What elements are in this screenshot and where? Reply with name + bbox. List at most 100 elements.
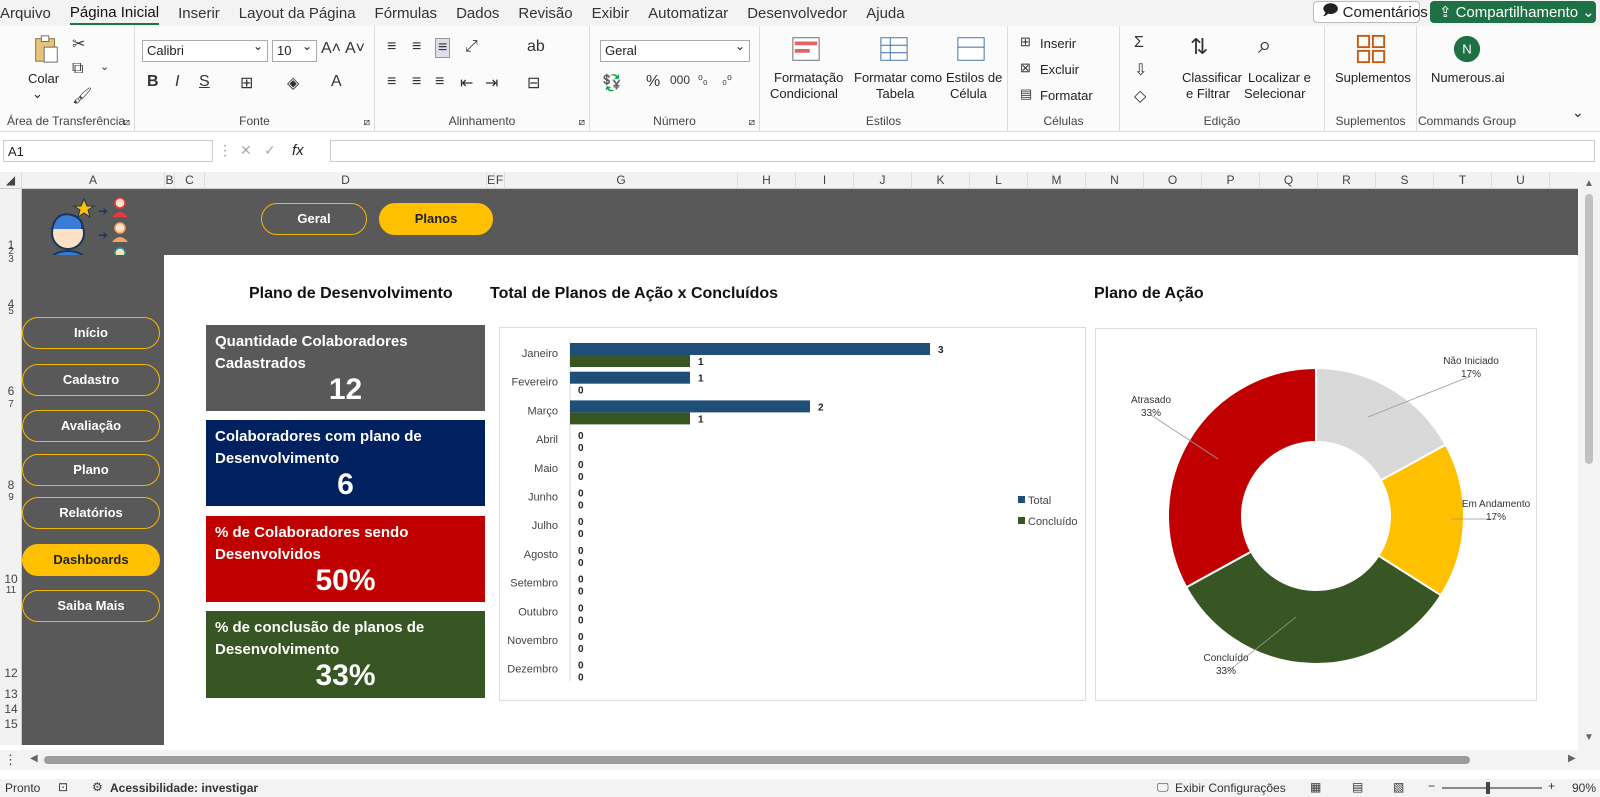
scroll-right-icon[interactable]: ▶ bbox=[1568, 753, 1576, 764]
row-header[interactable]: 6 bbox=[0, 384, 22, 398]
normal-view-icon[interactable]: ▦ bbox=[1310, 780, 1321, 794]
row-header[interactable]: 5 bbox=[0, 306, 22, 317]
bar-chart-panel[interactable]: Janeiro 3 1 Fevereiro 1 0 Março 2 1 Abril 0 0 Maio 0 0… bbox=[499, 327, 1086, 701]
dialog-launcher-icon[interactable]: ⧄ bbox=[579, 117, 585, 128]
select-all-corner[interactable]: ◢ bbox=[0, 172, 22, 189]
row-header[interactable]: 15 bbox=[0, 717, 22, 731]
row-header[interactable]: 9 bbox=[0, 492, 22, 503]
row-header[interactable]: 13 bbox=[0, 687, 22, 701]
column-header[interactable]: H bbox=[738, 172, 796, 189]
row-header[interactable]: 10 bbox=[0, 572, 22, 586]
font-size-select[interactable]: 10 bbox=[272, 39, 317, 62]
menu-layout[interactable]: Layout da Página bbox=[239, 3, 356, 24]
number-format-select[interactable]: Geral bbox=[600, 39, 750, 62]
insert-cells-icon[interactable]: ⊞ bbox=[1020, 34, 1031, 50]
copy-icon[interactable]: ⧉ bbox=[72, 60, 83, 78]
collapse-ribbon-icon[interactable]: ⌄ bbox=[1572, 104, 1584, 121]
chevron-down-icon[interactable]: ⌄ bbox=[100, 60, 109, 73]
align-right-icon[interactable]: ≡ bbox=[435, 73, 444, 91]
dialog-launcher-icon[interactable]: ⧄ bbox=[364, 117, 370, 128]
row-header[interactable]: 12 bbox=[0, 666, 22, 680]
numerous-label[interactable]: Numerous.ai bbox=[1431, 70, 1505, 85]
currency-icon[interactable]: 💱 bbox=[602, 73, 622, 93]
conditional-format-label2[interactable]: Condicional bbox=[770, 86, 838, 101]
format-table-label[interactable]: Formatar como bbox=[854, 70, 942, 85]
more-sheets-icon[interactable]: ⋮ bbox=[4, 752, 17, 768]
sort-filter-label[interactable]: Classificar bbox=[1182, 70, 1242, 85]
macro-record-icon[interactable]: ⊡ bbox=[58, 780, 68, 794]
comments-button[interactable]: 🗩 Comentários bbox=[1313, 1, 1428, 23]
column-header[interactable]: F bbox=[495, 172, 505, 189]
menu-arquivo[interactable]: Arquivo bbox=[0, 3, 51, 24]
column-header[interactable]: L bbox=[970, 172, 1028, 189]
align-center-icon[interactable]: ≡ bbox=[412, 73, 421, 91]
nav-cadastro[interactable]: Cadastro bbox=[22, 364, 160, 396]
accessibility-status[interactable]: Acessibilidade: investigar bbox=[110, 781, 258, 795]
format-table-icon[interactable] bbox=[878, 34, 910, 64]
column-header[interactable]: S bbox=[1376, 172, 1434, 189]
zoom-slider[interactable] bbox=[1442, 787, 1542, 789]
column-header[interactable]: Q bbox=[1260, 172, 1318, 189]
row-header[interactable]: 11 bbox=[0, 585, 22, 596]
page-break-icon[interactable]: ▧ bbox=[1393, 780, 1404, 794]
zoom-out-icon[interactable]: − bbox=[1428, 779, 1435, 793]
italic-icon[interactable]: I bbox=[175, 73, 179, 91]
scroll-up-icon[interactable]: ▲ bbox=[1584, 178, 1594, 189]
row-header[interactable]: 7 bbox=[0, 399, 22, 410]
tab-planos[interactable]: Planos bbox=[379, 203, 493, 235]
menu-pagina-inicial[interactable]: Página Inicial bbox=[69, 2, 160, 25]
column-header[interactable]: U bbox=[1492, 172, 1550, 189]
vertical-scroll-thumb[interactable] bbox=[1585, 194, 1593, 464]
column-header[interactable]: E bbox=[487, 172, 495, 189]
nav-plano[interactable]: Plano bbox=[22, 454, 160, 486]
increase-font-icon[interactable]: A˄ bbox=[321, 40, 341, 58]
increase-indent-icon[interactable]: ⇥ bbox=[485, 73, 498, 93]
find-select-label[interactable]: Localizar e bbox=[1248, 70, 1311, 85]
underline-icon[interactable]: S bbox=[199, 73, 210, 91]
format-cells-label[interactable]: Formatar bbox=[1040, 88, 1093, 103]
column-header[interactable]: I bbox=[796, 172, 854, 189]
share-button[interactable]: ⇪ Compartilhamento ⌄ bbox=[1430, 1, 1596, 23]
menu-inserir[interactable]: Inserir bbox=[178, 3, 220, 24]
chevron-down-icon[interactable]: ⌄ bbox=[32, 86, 43, 102]
cell-styles-label2[interactable]: Célula bbox=[950, 86, 987, 101]
cell-styles-icon[interactable] bbox=[955, 34, 987, 64]
more-icon[interactable]: ⋮ bbox=[218, 142, 232, 159]
align-middle-icon[interactable]: ≡ bbox=[412, 38, 421, 56]
zoom-in-icon[interactable]: + bbox=[1548, 779, 1555, 793]
dialog-launcher-icon[interactable]: ⧄ bbox=[124, 117, 130, 128]
border-icon[interactable]: ⊞ bbox=[240, 73, 253, 93]
function-icon[interactable]: fx bbox=[292, 142, 304, 159]
zoom-slider-thumb[interactable] bbox=[1486, 782, 1490, 794]
column-header[interactable]: D bbox=[205, 172, 487, 189]
vertical-scrollbar[interactable]: ▲ ▼ bbox=[1578, 172, 1600, 750]
orientation-icon[interactable]: ⤢ bbox=[465, 38, 478, 56]
column-header[interactable]: T bbox=[1434, 172, 1492, 189]
dialog-launcher-icon[interactable]: ⧄ bbox=[749, 117, 755, 128]
clear-icon[interactable]: ◇ bbox=[1134, 86, 1146, 106]
percent-icon[interactable]: % bbox=[646, 73, 660, 91]
find-select-label2[interactable]: Selecionar bbox=[1244, 86, 1305, 101]
sort-filter-icon[interactable]: ⇅ bbox=[1190, 34, 1208, 60]
sort-filter-label2[interactable]: e Filtrar bbox=[1186, 86, 1230, 101]
menu-dados[interactable]: Dados bbox=[456, 3, 499, 24]
paste-label[interactable]: Colar bbox=[28, 71, 59, 86]
autosum-icon[interactable]: Σ bbox=[1134, 34, 1144, 52]
column-header[interactable]: B bbox=[165, 172, 175, 189]
menu-desenvolvedor[interactable]: Desenvolvedor bbox=[747, 3, 847, 24]
insert-cells-label[interactable]: Inserir bbox=[1040, 36, 1076, 51]
align-bottom-icon[interactable]: ≡ bbox=[435, 38, 451, 58]
row-header[interactable]: 8 bbox=[0, 478, 22, 492]
conditional-format-label[interactable]: Formatação bbox=[774, 70, 843, 85]
decrease-indent-icon[interactable]: ⇤ bbox=[460, 73, 473, 93]
format-painter-icon[interactable]: 🖌 bbox=[72, 86, 92, 106]
wrap-text-icon[interactable]: ab bbox=[527, 38, 545, 56]
column-header[interactable]: C bbox=[175, 172, 205, 189]
nav-inicio[interactable]: Início bbox=[22, 317, 160, 349]
nav-saiba-mais[interactable]: Saiba Mais bbox=[22, 590, 160, 622]
numerous-icon[interactable]: N bbox=[1451, 34, 1483, 64]
decrease-decimal-icon[interactable]: ₀⁰ bbox=[722, 73, 732, 87]
zoom-level[interactable]: 90% bbox=[1572, 781, 1596, 795]
align-left-icon[interactable]: ≡ bbox=[387, 73, 396, 91]
nav-dashboards[interactable]: Dashboards bbox=[22, 544, 160, 576]
